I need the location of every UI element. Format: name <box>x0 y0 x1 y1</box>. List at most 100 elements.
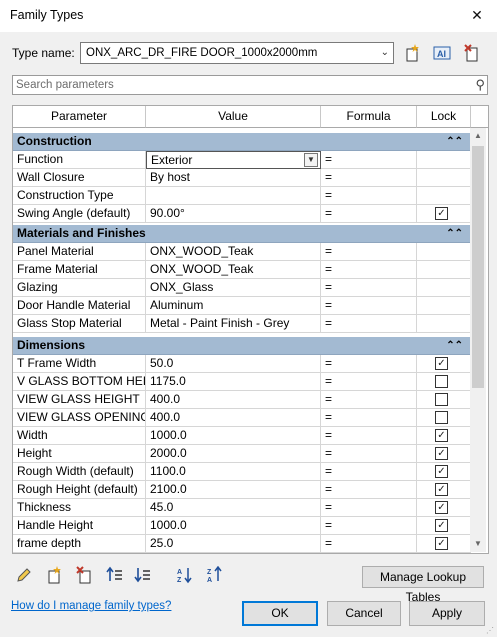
ok-button[interactable]: OK <box>242 601 318 626</box>
lock-checkbox[interactable]: ✓ <box>435 465 448 478</box>
table-row[interactable]: Rough Width (default) 1100.0 = ✓ <box>13 463 471 481</box>
collapse-icon[interactable]: ⌃⌃ <box>446 133 463 150</box>
param-value[interactable]: 2100.0 <box>146 481 321 499</box>
param-formula[interactable]: = <box>321 315 417 333</box>
delete-parameter-icon[interactable] <box>74 566 94 586</box>
close-button[interactable]: ✕ <box>465 4 489 26</box>
param-formula[interactable]: = <box>321 261 417 279</box>
move-up-icon[interactable] <box>105 566 125 586</box>
scroll-down-icon[interactable]: ▼ <box>470 536 486 552</box>
table-row[interactable]: Thickness 45.0 = ✓ <box>13 499 471 517</box>
table-row[interactable]: Wall Closure By host = <box>13 169 471 187</box>
type-name-select[interactable]: ONX_ARC_DR_FIRE DOOR_1000x2000mm ⌄ <box>80 42 394 64</box>
delete-type-icon[interactable] <box>462 43 482 63</box>
scroll-up-icon[interactable]: ▲ <box>470 128 486 144</box>
param-value[interactable] <box>146 187 321 205</box>
lock-checkbox[interactable]: ✓ <box>435 483 448 496</box>
param-value[interactable]: By host <box>146 169 321 187</box>
dropdown-arrow-icon[interactable]: ▼ <box>304 153 318 167</box>
param-formula[interactable]: = <box>321 481 417 499</box>
lock-checkbox[interactable]: ✓ <box>435 447 448 460</box>
resize-grip-icon[interactable]: ⋰ <box>486 626 496 636</box>
param-formula[interactable]: = <box>321 427 417 445</box>
table-row[interactable]: T Frame Width 50.0 = ✓ <box>13 355 471 373</box>
collapse-icon[interactable]: ⌃⌃ <box>446 225 463 242</box>
param-formula[interactable]: = <box>321 297 417 315</box>
lock-checkbox[interactable]: ✓ <box>435 207 448 220</box>
table-row[interactable]: V GLASS BOTTOM HEIG 1175.0 = <box>13 373 471 391</box>
param-value[interactable]: Exterior ▼ <box>146 151 321 169</box>
table-row[interactable]: Construction Type = <box>13 187 471 205</box>
edit-parameter-icon[interactable] <box>14 566 34 586</box>
param-formula[interactable]: = <box>321 151 417 169</box>
group-header-construction[interactable]: Construction ⌃⌃ <box>13 133 471 151</box>
table-row[interactable]: Door Handle Material Aluminum = <box>13 297 471 315</box>
lock-checkbox[interactable] <box>435 393 448 406</box>
lock-checkbox[interactable]: ✓ <box>435 501 448 514</box>
param-value[interactable]: 400.0 <box>146 391 321 409</box>
table-row[interactable]: Swing Angle (default) 90.00° = ✓ <box>13 205 471 223</box>
table-row[interactable]: Panel Material ONX_WOOD_Teak = <box>13 243 471 261</box>
apply-button[interactable]: Apply <box>409 601 485 626</box>
lock-checkbox[interactable]: ✓ <box>435 429 448 442</box>
param-formula[interactable]: = <box>321 391 417 409</box>
param-value[interactable]: 90.00° <box>146 205 321 223</box>
table-row[interactable]: VIEW GLASS HEIGHT 400.0 = <box>13 391 471 409</box>
group-header-dimensions[interactable]: Dimensions ⌃⌃ <box>13 337 471 355</box>
new-parameter-icon[interactable] <box>44 566 64 586</box>
param-value[interactable]: ONX_Glass <box>146 279 321 297</box>
column-header-formula[interactable]: Formula <box>321 106 417 128</box>
param-value[interactable]: 1100.0 <box>146 463 321 481</box>
table-row[interactable]: Function Exterior ▼ = <box>13 151 471 169</box>
param-formula[interactable]: = <box>321 169 417 187</box>
param-value[interactable]: ONX_WOOD_Teak <box>146 243 321 261</box>
table-row[interactable]: frame depth 25.0 = ✓ <box>13 535 471 553</box>
lock-checkbox[interactable]: ✓ <box>435 537 448 550</box>
param-formula[interactable]: = <box>321 463 417 481</box>
param-value[interactable]: 400.0 <box>146 409 321 427</box>
table-row[interactable]: Glass Stop Material Metal - Paint Finish… <box>13 315 471 333</box>
param-formula[interactable]: = <box>321 517 417 535</box>
param-value[interactable]: 25.0 <box>146 535 321 553</box>
help-link[interactable]: How do I manage family types? <box>11 600 171 612</box>
param-value[interactable]: 45.0 <box>146 499 321 517</box>
param-formula[interactable]: = <box>321 243 417 261</box>
manage-lookup-tables-button[interactable]: Manage Lookup Tables <box>362 566 484 604</box>
table-row[interactable]: Frame Material ONX_WOOD_Teak = <box>13 261 471 279</box>
param-formula[interactable]: = <box>321 205 417 223</box>
rename-type-icon[interactable]: AI <box>432 43 452 63</box>
scrollbar-thumb[interactable] <box>472 146 484 388</box>
table-row[interactable]: Height 2000.0 = ✓ <box>13 445 471 463</box>
param-value[interactable]: 2000.0 <box>146 445 321 463</box>
lock-checkbox[interactable] <box>435 411 448 424</box>
column-header-value[interactable]: Value <box>146 106 321 128</box>
move-down-icon[interactable] <box>133 566 153 586</box>
cancel-button[interactable]: Cancel <box>327 601 401 626</box>
param-value[interactable]: 1000.0 <box>146 517 321 535</box>
lock-checkbox[interactable]: ✓ <box>435 357 448 370</box>
param-value[interactable]: 1000.0 <box>146 427 321 445</box>
param-value[interactable]: 50.0 <box>146 355 321 373</box>
param-formula[interactable]: = <box>321 499 417 517</box>
param-formula[interactable]: = <box>321 187 417 205</box>
param-formula[interactable]: = <box>321 409 417 427</box>
lock-checkbox[interactable]: ✓ <box>435 519 448 532</box>
column-header-parameter[interactable]: Parameter <box>13 106 146 128</box>
table-row[interactable]: Glazing ONX_Glass = <box>13 279 471 297</box>
param-formula[interactable]: = <box>321 535 417 553</box>
table-row[interactable]: VIEW GLASS OPENING 400.0 = <box>13 409 471 427</box>
table-row[interactable]: Width 1000.0 = ✓ <box>13 427 471 445</box>
param-value[interactable]: ONX_WOOD_Teak <box>146 261 321 279</box>
lock-checkbox[interactable] <box>435 375 448 388</box>
param-formula[interactable]: = <box>321 355 417 373</box>
param-formula[interactable]: = <box>321 373 417 391</box>
column-header-lock[interactable]: Lock <box>417 106 471 128</box>
search-parameters-input[interactable]: Search parameters ⚲ <box>12 75 488 95</box>
param-formula[interactable]: = <box>321 279 417 297</box>
param-value[interactable]: 1175.0 <box>146 373 321 391</box>
sort-descending-icon[interactable]: ZA <box>205 565 225 586</box>
sort-ascending-icon[interactable]: AZ <box>175 566 195 586</box>
param-value[interactable]: Aluminum <box>146 297 321 315</box>
param-value[interactable]: Metal - Paint Finish - Grey <box>146 315 321 333</box>
table-row[interactable]: Rough Height (default) 2100.0 = ✓ <box>13 481 471 499</box>
